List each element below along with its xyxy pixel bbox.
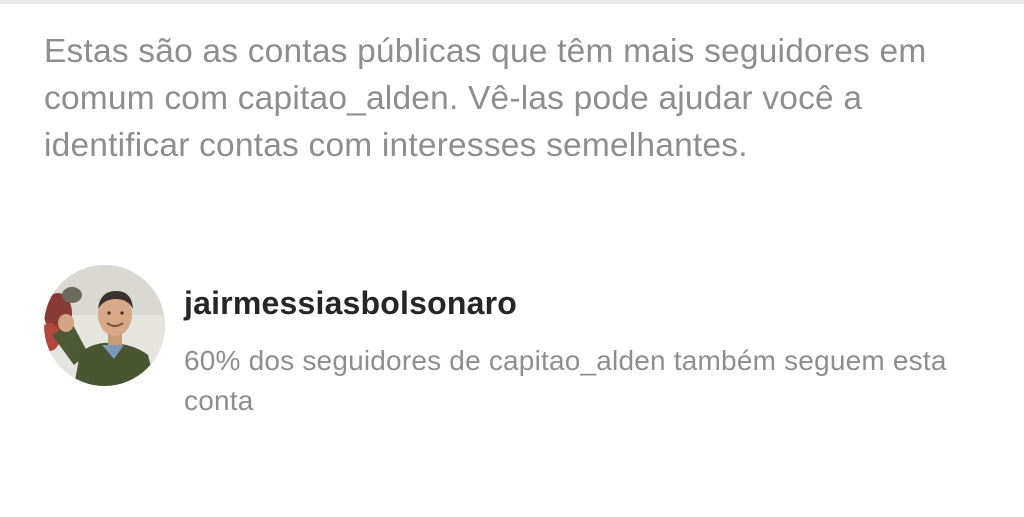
account-username[interactable]: jairmessiasbolsonaro <box>184 283 517 323</box>
profile-photo-icon <box>44 265 165 386</box>
info-description: Estas são as contas públicas que têm mai… <box>44 33 927 164</box>
account-mutual-followers-text: 60% dos seguidores de capitao_alden tamb… <box>184 345 947 416</box>
top-divider <box>0 0 1024 4</box>
account-list-item[interactable]: jairmessiasbolsonaro 60% dos seguidores … <box>44 265 984 416</box>
avatar[interactable] <box>44 265 165 386</box>
